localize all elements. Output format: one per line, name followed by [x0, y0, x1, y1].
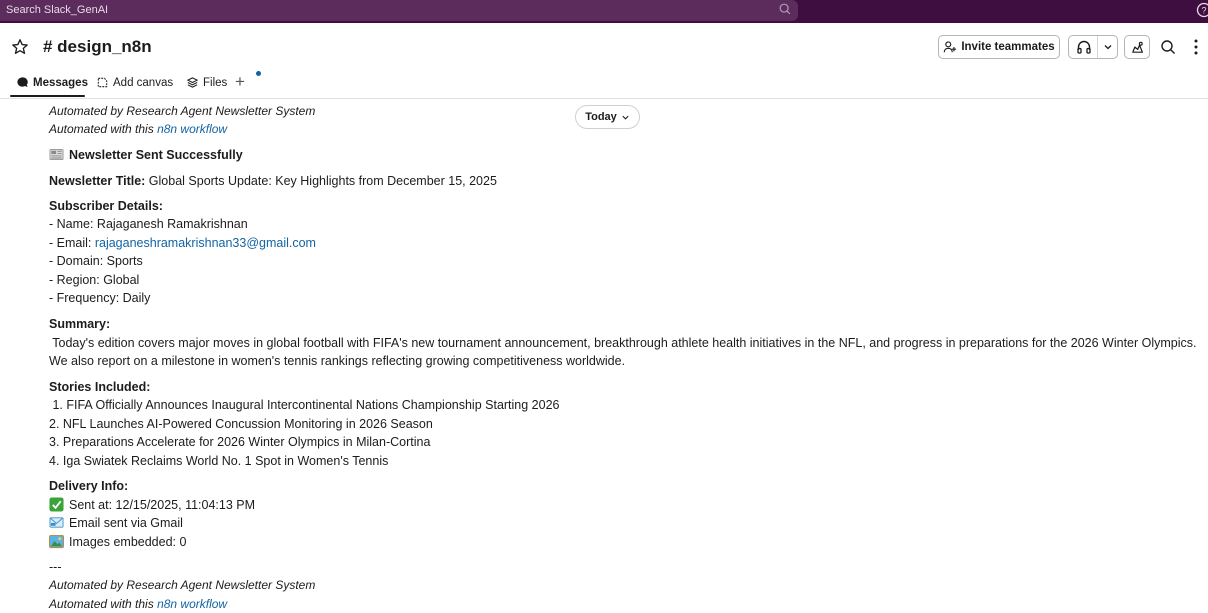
channel-search-button[interactable] [1156, 35, 1180, 59]
search-icon [779, 3, 791, 15]
huddle-divider [1097, 36, 1098, 58]
canvas-icon [97, 77, 108, 88]
canvas-icon [1132, 41, 1143, 53]
date-label: Today [585, 111, 617, 123]
summary-line-1: Today's edition covers major moves in gl… [49, 336, 1197, 350]
subscriber-region: - Region: Global [49, 273, 140, 287]
email-prefix: - Email: [49, 236, 95, 250]
story-item: 1. FIFA Officially Announces Inaugural I… [49, 398, 560, 412]
chevron-down-icon[interactable] [1102, 41, 1114, 53]
top-footer-line: Automated by Research Agent Newsletter S… [49, 104, 316, 118]
chevron-down-icon [622, 115, 629, 120]
workspace-search[interactable]: Search Slack_GenAI [0, 0, 798, 21]
huddle-button[interactable] [1068, 35, 1118, 59]
messages-icon [17, 77, 28, 88]
subscriber-heading: Subscriber Details: [49, 199, 163, 213]
new-indicator-dot [256, 71, 261, 76]
invite-person-icon [944, 41, 957, 53]
newspaper-icon [49, 148, 64, 161]
tab-label: Add canvas [113, 76, 174, 89]
channel-tabs: Messages Add canvas Files + [0, 69, 1208, 99]
star-icon[interactable] [11, 38, 29, 56]
footer-prefix: Automated with this [49, 122, 158, 136]
n8n-workflow-link[interactable]: n8n workflow [157, 122, 227, 136]
channel-header: # design_n8n Invite teammates [0, 23, 1208, 69]
svg-text:?: ? [1201, 6, 1206, 16]
date-divider-button[interactable]: Today [575, 105, 640, 129]
newsletter-title-line: Newsletter Title: Global Sports Update: … [49, 172, 497, 190]
stories-heading: Stories Included: [49, 380, 151, 394]
active-tab-indicator [10, 95, 85, 97]
subscriber-domain: - Domain: Sports [49, 254, 143, 268]
email-via-text: Email sent via Gmail [69, 516, 183, 530]
tab-label: Files [203, 76, 228, 89]
channel-name[interactable]: # design_n8n [43, 37, 152, 57]
add-tab-button[interactable]: + [235, 72, 245, 92]
story-item: 4. Iga Swiatek Reclaims World No. 1 Spot… [49, 454, 389, 468]
email-icon [49, 517, 64, 528]
footer-prefix: Automated with this [49, 597, 158, 611]
n8n-workflow-link[interactable]: n8n workflow [157, 597, 227, 611]
kebab-icon[interactable] [1190, 37, 1202, 57]
story-item: 3. Preparations Accelerate for 2026 Wint… [49, 435, 431, 449]
search-placeholder: Search Slack_GenAI [6, 4, 109, 16]
tab-label: Messages [33, 76, 88, 89]
check-icon [49, 497, 64, 512]
top-bar: Search Slack_GenAI ? [0, 0, 1208, 23]
files-icon [186, 77, 199, 88]
invite-teammates-button[interactable]: Invite teammates [938, 35, 1060, 59]
subscriber-email-line: - Email: rajaganeshramakrishnan33@gmail.… [49, 234, 316, 252]
delivery-heading: Delivery Info: [49, 479, 129, 493]
title-value: Global Sports Update: Key Highlights fro… [145, 174, 497, 188]
image-icon [49, 534, 64, 549]
canvas-button[interactable] [1124, 35, 1150, 59]
summary-line-2: We also report on a milestone in women's… [49, 354, 626, 368]
subscriber-frequency: - Frequency: Daily [49, 291, 151, 305]
email-via-line: Email sent via Gmail [49, 514, 183, 532]
invite-label: Invite teammates [961, 41, 1055, 53]
bottom-footer-workflow-line: Automated with this n8n workflow [49, 595, 227, 613]
images-text: Images embedded: 0 [69, 535, 187, 549]
story-item: 2. NFL Launches AI-Powered Concussion Mo… [49, 417, 433, 431]
message-heading: Newsletter Sent Successfully [49, 146, 243, 164]
sent-at-text: Sent at: 12/15/2025, 11:04:13 PM [69, 498, 256, 512]
top-footer-workflow-line: Automated with this n8n workflow [49, 120, 227, 138]
email-link[interactable]: rajaganeshramakrishnan33@gmail.com [95, 236, 316, 250]
tab-files[interactable]: Files [186, 76, 227, 89]
subscriber-name: - Name: Rajaganesh Ramakrishnan [49, 217, 248, 231]
bottom-footer-line: Automated by Research Agent Newsletter S… [49, 578, 316, 592]
images-line: Images embedded: 0 [49, 533, 186, 551]
sent-at-line: Sent at: 12/15/2025, 11:04:13 PM [49, 496, 255, 514]
summary-heading: Summary: [49, 317, 111, 331]
search-icon [1161, 40, 1175, 54]
heading-text: Newsletter Sent Successfully [69, 148, 243, 162]
headphones-icon [1077, 40, 1091, 54]
separator-line: --- [49, 560, 62, 574]
help-icon[interactable]: ? [1196, 2, 1208, 18]
tab-add-canvas[interactable]: Add canvas [96, 76, 173, 89]
title-label: Newsletter Title: [49, 174, 146, 188]
tab-messages[interactable]: Messages [16, 76, 88, 89]
